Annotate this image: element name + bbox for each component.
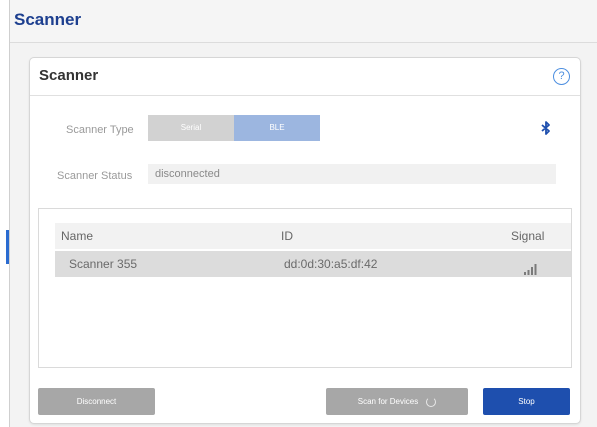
column-header-name: Name: [61, 229, 94, 243]
scan-for-devices-button[interactable]: Scan for Devices: [326, 388, 468, 415]
scanner-status-value: disconnected: [148, 164, 556, 184]
card-header: Scanner ?: [30, 58, 580, 96]
device-id-cell: dd:0d:30:a5:df:42: [284, 257, 378, 271]
device-name-cell: Scanner 355: [69, 257, 138, 271]
left-nav-edge: [0, 0, 10, 427]
scanner-type-serial-option[interactable]: Serial: [148, 115, 234, 141]
page-title: Scanner: [14, 10, 82, 29]
left-nav-active-indicator: [6, 230, 9, 264]
devices-table: Name ID Signal Scanner 355 dd:0d:30:a5:d…: [38, 208, 572, 368]
signal-bars-icon: [523, 258, 537, 275]
scanner-page: Scanner Scanner ? Scanner Type Serial BL…: [0, 0, 597, 427]
page-header: Scanner: [10, 0, 597, 43]
table-row[interactable]: Scanner 355 dd:0d:30:a5:df:42: [55, 251, 571, 277]
table-header-row: Name ID Signal: [55, 223, 571, 249]
scanner-card: Scanner ? Scanner Type Serial BLE Scanne…: [29, 57, 581, 424]
help-icon[interactable]: ?: [553, 68, 570, 85]
scanner-type-label: Scanner Type: [66, 124, 134, 136]
column-header-signal: Signal: [511, 229, 545, 243]
loading-spinner-icon: [426, 396, 437, 407]
scan-button-label: Scan for Devices: [357, 397, 419, 406]
disconnect-button[interactable]: Disconnect: [38, 388, 155, 415]
column-header-id: ID: [281, 229, 293, 243]
bluetooth-icon: [541, 121, 551, 140]
scanner-type-ble-option[interactable]: BLE: [234, 115, 320, 141]
scanner-status-label: Scanner Status: [57, 170, 133, 182]
card-title: Scanner: [39, 67, 99, 84]
stop-button[interactable]: Stop: [483, 388, 570, 415]
